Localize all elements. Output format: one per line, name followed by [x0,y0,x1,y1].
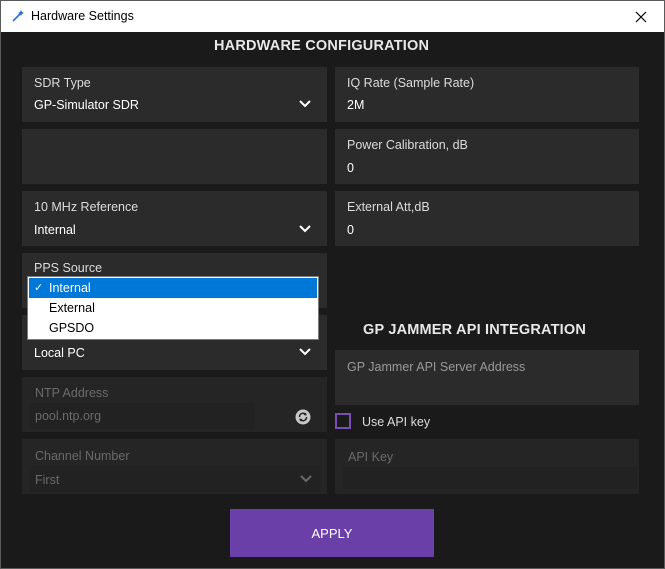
option-label: Internal [49,281,91,295]
chevron-down-icon[interactable] [299,100,311,108]
sdr-type-value: GP-Simulator SDR [34,98,139,112]
refresh-icon[interactable] [295,409,311,425]
option-label: GPSDO [49,321,95,335]
channel-number-value: First [35,473,60,487]
window-title: Hardware Settings [31,9,134,23]
title-bar: Hardware Settings [1,1,664,32]
use-api-key-label[interactable]: Use API key [362,415,430,429]
api-key-field[interactable]: API Key [335,439,639,494]
iq-rate-value[interactable]: 2M [347,98,364,112]
reference-select[interactable]: 10 MHz Reference Internal [22,191,327,246]
power-calibration-label: Power Calibration, dB [347,138,468,152]
external-att-value[interactable]: 0 [347,223,354,237]
reference-label: 10 MHz Reference [34,200,139,214]
time-source-value: Local PC [34,346,85,360]
close-button[interactable] [618,1,664,32]
pps-option-external[interactable]: External [29,298,317,318]
ntp-address-value: pool.ntp.org [35,409,102,423]
ntp-address-label: NTP Address [34,386,110,400]
iq-rate-label: IQ Rate (Sample Rate) [347,76,475,90]
close-icon[interactable] [635,11,647,23]
jammer-server-address-label: GP Jammer API Server Address [347,360,526,374]
ntp-address-field[interactable]: NTP Address pool.ntp.org [22,377,327,432]
hardware-settings-window: Hardware Settings HARDWARE CONFIGURATION… [0,0,665,569]
chevron-down-icon[interactable] [300,475,312,483]
jammer-api-heading: GP JAMMER API INTEGRATION [363,322,587,338]
hardware-configuration-heading: HARDWARE CONFIGURATION [214,38,430,54]
chevron-down-icon[interactable] [299,225,311,233]
sdr-type-label: SDR Type [34,76,91,90]
channel-number-select[interactable]: Channel Number First [22,439,327,494]
use-api-key-checkbox[interactable] [335,413,351,429]
pps-option-gpsdo[interactable]: GPSDO [29,318,317,338]
channel-number-label: Channel Number [34,449,131,463]
api-key-input[interactable] [343,467,637,489]
jammer-server-address-field[interactable]: GP Jammer API Server Address [335,350,639,405]
reference-value: Internal [34,223,76,237]
iq-rate-field[interactable]: IQ Rate (Sample Rate) 2M [335,67,639,122]
wand-icon [10,8,26,24]
pps-source-dropdown-list[interactable]: ✓ Internal External GPSDO [27,276,319,340]
power-calibration-value[interactable]: 0 [347,161,354,175]
external-att-label: External Att,dB [347,200,430,214]
sdr-type-select[interactable]: SDR Type GP-Simulator SDR [22,67,327,122]
pps-option-internal[interactable]: ✓ Internal [29,278,317,298]
apply-button[interactable]: APPLY [230,509,434,557]
check-icon: ✓ [34,282,44,294]
chevron-down-icon[interactable] [299,348,311,356]
external-att-field[interactable]: External Att,dB 0 [335,191,639,246]
option-label: External [49,301,95,315]
empty-panel [22,129,327,184]
pps-source-label: PPS Source [34,261,103,275]
channel-number-dropdown[interactable]: First [30,466,320,492]
ntp-address-input[interactable]: pool.ntp.org [30,403,255,429]
api-key-label: API Key [347,450,395,464]
power-calibration-field[interactable]: Power Calibration, dB 0 [335,129,639,184]
